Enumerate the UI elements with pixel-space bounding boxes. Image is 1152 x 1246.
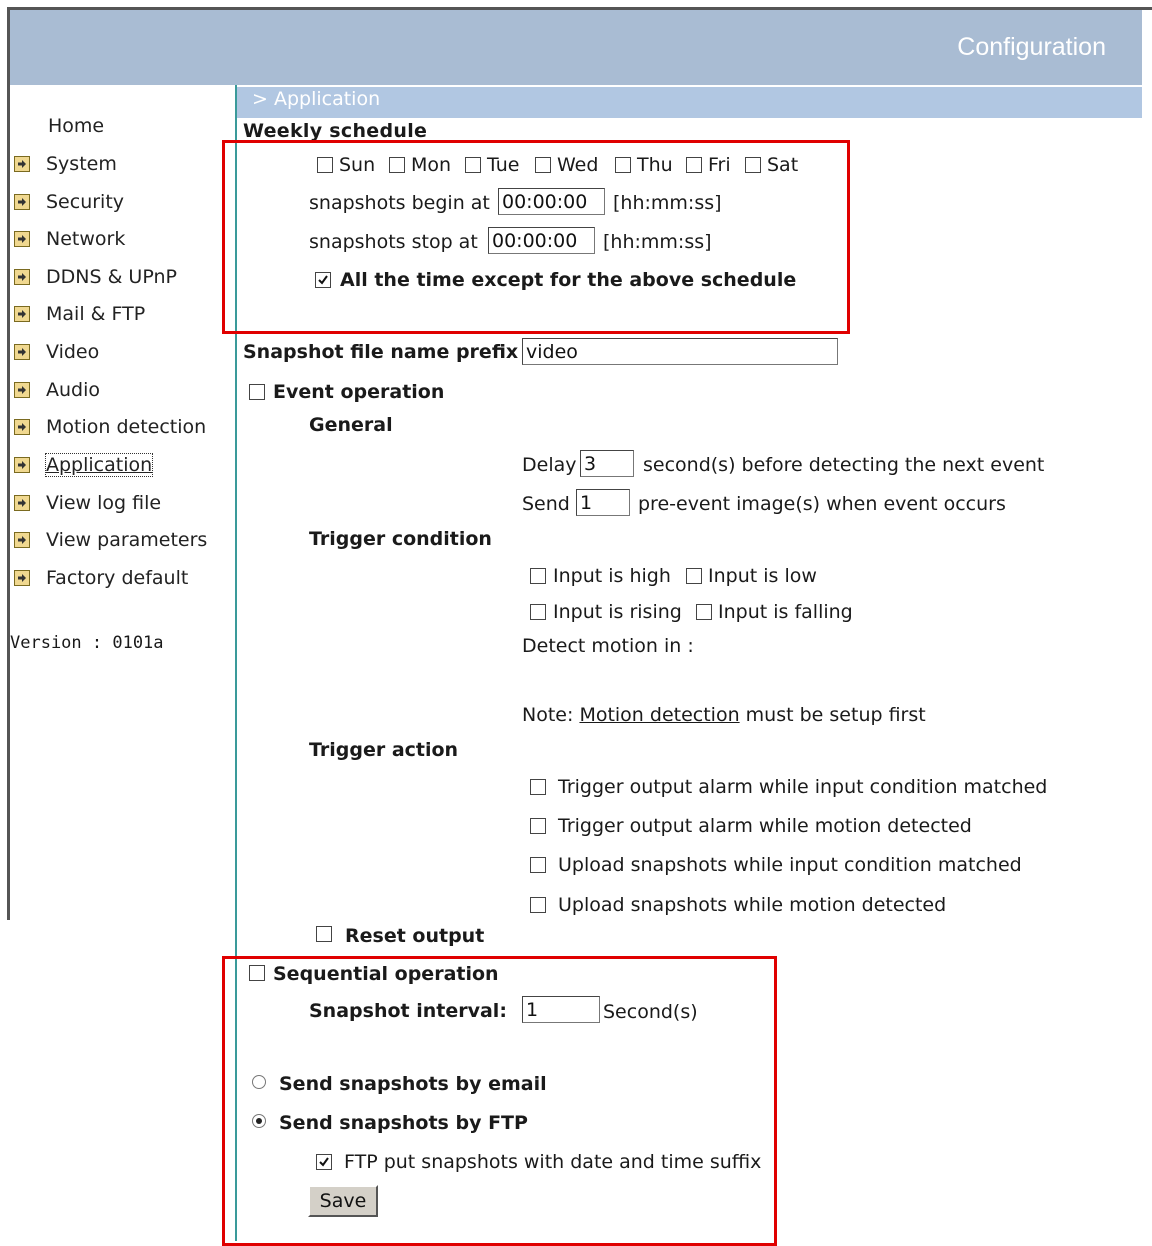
sidebar-item-ddns-upnp[interactable]: DDNS & UPnP: [14, 262, 177, 292]
input-low-label: Input is low: [708, 565, 817, 587]
action-label-output-input: Trigger output alarm while input conditi…: [558, 776, 1048, 798]
sidebar-item-security[interactable]: Security: [14, 187, 124, 217]
sidebar-item-network[interactable]: Network: [14, 224, 125, 254]
delay-label: Delay: [522, 454, 577, 476]
sidebar-item-label: System: [46, 153, 117, 175]
prefix-label: Snapshot file name prefix: [243, 341, 519, 363]
detect-motion-label: Detect motion in :: [522, 635, 694, 657]
sidebar-item-audio[interactable]: Audio: [14, 375, 100, 405]
action-checkbox-output-motion[interactable]: [530, 818, 546, 834]
action-label-output-motion: Trigger output alarm while motion detect…: [558, 815, 972, 837]
arrow-right-icon: [14, 570, 30, 586]
sidebar-item-mail-ftp[interactable]: Mail & FTP: [14, 299, 145, 329]
delay-suffix: second(s) before detecting the next even…: [643, 454, 1045, 476]
send-suffix: pre-event image(s) when event occurs: [638, 493, 1006, 515]
arrow-right-icon: [14, 382, 30, 398]
sidebar-item-label: Audio: [46, 379, 101, 401]
arrow-right-icon: [14, 344, 30, 360]
trigger-condition-heading: Trigger condition: [309, 528, 492, 550]
sidebar-item-factory-default[interactable]: Factory default: [14, 563, 188, 593]
sidebar-item-label: Application: [44, 453, 154, 477]
sidebar-item-label: Factory default: [46, 567, 189, 589]
sidebar-item-label: Home: [48, 115, 105, 137]
arrow-right-icon: [14, 495, 30, 511]
breadcrumb: > Application: [252, 88, 381, 110]
delay-input[interactable]: [580, 450, 634, 477]
input-falling-checkbox[interactable]: [696, 604, 712, 620]
arrow-right-icon: [14, 231, 30, 247]
sidebar-item-label: DDNS & UPnP: [46, 266, 177, 288]
arrow-right-icon: [14, 532, 30, 548]
motion-detection-link[interactable]: Motion detection: [579, 704, 739, 726]
arrow-right-icon: [14, 156, 30, 172]
input-rising-checkbox[interactable]: [530, 604, 546, 620]
arrow-right-icon: [14, 194, 30, 210]
sidebar-item-label: Mail & FTP: [46, 303, 146, 325]
input-low-checkbox[interactable]: [686, 568, 702, 584]
sidebar-item-label: Motion detection: [46, 416, 207, 438]
sidebar-item-label: View parameters: [46, 529, 208, 551]
send-input[interactable]: [576, 489, 630, 516]
input-rising-label: Input is rising: [553, 601, 682, 623]
event-operation-label: Event operation: [273, 381, 445, 403]
input-high-checkbox[interactable]: [530, 568, 546, 584]
version-label: Version : 0101a: [10, 633, 164, 653]
prefix-input[interactable]: [522, 338, 838, 365]
general-heading: General: [309, 414, 393, 436]
sidebar-item-application[interactable]: Application: [14, 450, 154, 480]
arrow-right-icon: [14, 269, 30, 285]
page-title: Configuration: [957, 33, 1106, 61]
highlight-box-sequential: [222, 956, 777, 1246]
action-label-upload-input: Upload snapshots while input condition m…: [558, 854, 1022, 876]
sidebar-item-motion-detection[interactable]: Motion detection: [14, 412, 206, 442]
sidebar-item-label: View log file: [46, 492, 162, 514]
input-falling-label: Input is falling: [718, 601, 853, 623]
sidebar-item-video[interactable]: Video: [14, 337, 99, 367]
reset-output-checkbox[interactable]: [316, 926, 332, 942]
sidebar-item-home[interactable]: Home: [14, 111, 104, 141]
sidebar-item-view-parameters[interactable]: View parameters: [14, 525, 207, 555]
motion-note: Note: Motion detection must be setup fir…: [522, 704, 926, 726]
reset-output-label: Reset output: [345, 925, 485, 947]
sidebar-item-system[interactable]: System: [14, 149, 117, 179]
action-checkbox-output-input[interactable]: [530, 779, 546, 795]
input-high-label: Input is high: [553, 565, 671, 587]
sidebar-item-view-log-file[interactable]: View log file: [14, 488, 161, 518]
highlight-box-weekly: [222, 140, 850, 334]
sidebar-item-label: Network: [46, 228, 126, 250]
sidebar-item-label: Security: [46, 191, 125, 213]
window-frame-left: [7, 7, 10, 920]
action-checkbox-upload-motion[interactable]: [530, 897, 546, 913]
trigger-action-heading: Trigger action: [309, 739, 459, 761]
action-checkbox-upload-input[interactable]: [530, 857, 546, 873]
note-prefix: Note:: [522, 704, 574, 726]
event-operation-checkbox[interactable]: [249, 384, 265, 400]
arrow-right-icon: [14, 457, 30, 473]
note-suffix: must be setup first: [745, 704, 926, 726]
arrow-right-icon: [14, 306, 30, 322]
send-label: Send: [522, 493, 570, 515]
action-label-upload-motion: Upload snapshots while motion detected: [558, 894, 947, 916]
weekly-schedule-heading: Weekly schedule: [243, 120, 428, 142]
sidebar-item-label: Video: [46, 341, 100, 363]
arrow-right-icon: [14, 419, 30, 435]
